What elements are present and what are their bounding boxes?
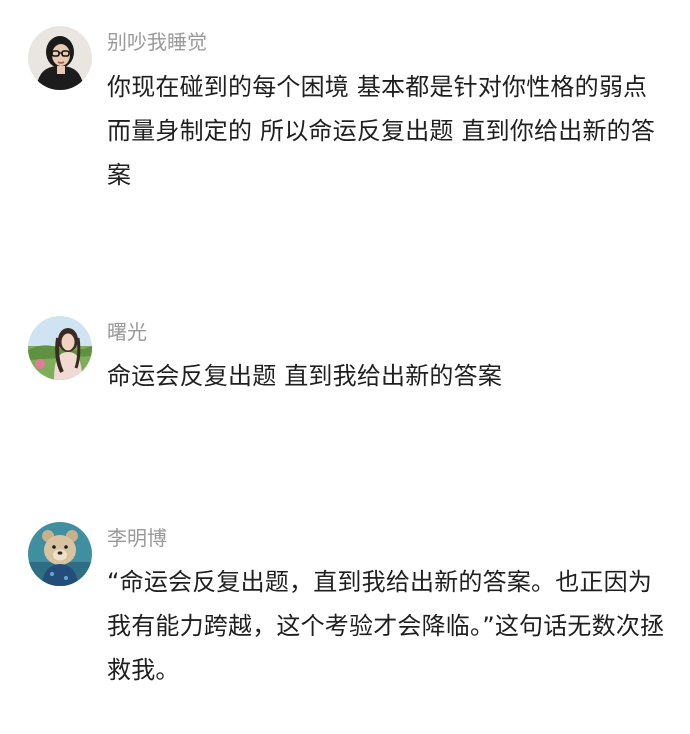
user-avatar[interactable] — [28, 522, 92, 586]
comment-username[interactable]: 李明博 — [107, 526, 167, 550]
comment-username[interactable]: 别吵我睡觉 — [107, 30, 207, 54]
comment-text: 命运会反复出题 直到我给出新的答案 — [107, 362, 503, 390]
woman-outdoors-avatar-icon — [28, 316, 92, 380]
teddy-bear-avatar-icon — [28, 522, 92, 586]
user-avatar[interactable] — [28, 316, 92, 380]
comment-username[interactable]: 曙光 — [107, 320, 147, 344]
comment-text: “命运会反复出题，直到我给出新的答案。也正因为我有能力跨越，这个考验才会降临。”… — [107, 568, 665, 684]
comment-text: 你现在碰到的每个困境 基本都是针对你性格的弱点而量身制定的 所以命运反复出题 直… — [107, 73, 656, 189]
woman-with-glasses-avatar-icon — [28, 26, 92, 90]
user-avatar[interactable] — [28, 26, 92, 90]
